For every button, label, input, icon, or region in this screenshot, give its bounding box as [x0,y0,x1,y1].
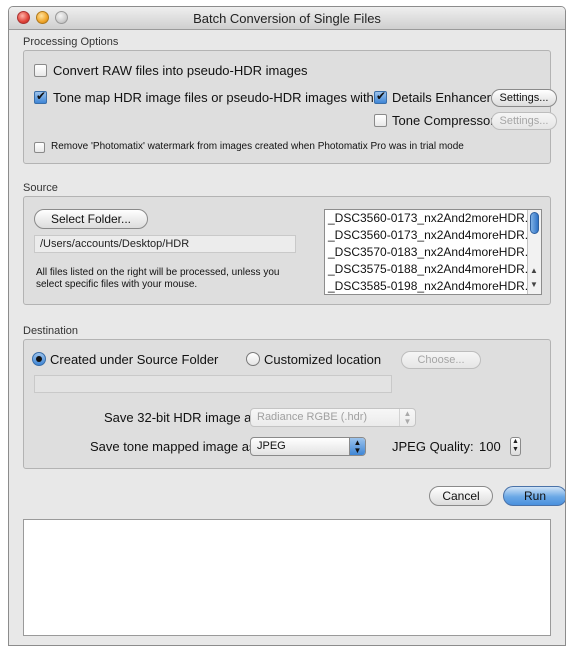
batch-conversion-window: Batch Conversion of Single Files Process… [8,6,566,646]
source-folder-path: /Users/accounts/Desktop/HDR [34,235,296,253]
customized-location-radio[interactable] [246,352,260,366]
source-group: Select Folder... /Users/accounts/Desktop… [23,196,551,305]
created-under-source-radio[interactable] [32,352,46,366]
cancel-button[interactable]: Cancel [429,486,493,506]
destination-label: Destination [23,325,79,337]
save-32bit-format-value: Radiance RGBE (.hdr) [257,411,368,423]
tone-compressor-label: Tone Compressor [392,113,495,128]
created-under-source-label: Created under Source Folder [50,352,219,367]
destination-group: Created under Source Folder Customized l… [23,339,551,469]
updown-arrows-icon: ▲ ▼ [399,409,415,426]
source-info-line-2: select specific files with your mouse. [36,279,198,290]
source-label: Source [23,182,58,194]
source-info-line-1: All files listed on the right will be pr… [36,267,280,278]
processing-options-label: Processing Options [23,36,119,48]
tone-compressor-checkbox[interactable] [374,114,387,127]
scroll-down-arrow-icon[interactable]: ▼ [530,280,538,289]
scrollbar-thumb[interactable] [530,212,539,234]
details-enhancer-checkbox[interactable] [374,89,387,104]
file-list-item[interactable]: _DSC3560-0173_nx2And2moreHDR... [325,210,541,227]
save-32bit-format-select[interactable]: Radiance RGBE (.hdr) ▲ ▼ [250,408,416,427]
log-output-area [23,519,551,636]
processing-options-group: Convert RAW files into pseudo-HDR images… [23,50,557,164]
save-tone-mapped-format-select[interactable]: JPEG ▲ ▼ [250,437,366,456]
tone-map-label: Tone map HDR image files or pseudo-HDR i… [53,90,374,105]
file-list-item[interactable]: _DSC3570-0183_nx2And4moreHDR.hdr [325,244,541,261]
window-title: Batch Conversion of Single Files [193,11,381,26]
convert-raw-checkbox[interactable] [34,64,47,77]
title-bar: Batch Conversion of Single Files [9,7,565,30]
jpeg-quality-stepper[interactable]: ▲ ▼ [510,437,521,456]
save-32bit-label: Save 32-bit HDR image as [104,410,258,425]
file-list-item[interactable]: _DSC3585-0198_nx2And4moreHDR.hdr [325,278,541,294]
choose-location-button[interactable]: Choose... [401,351,481,369]
customized-location-label: Customized location [264,352,382,367]
select-folder-button[interactable]: Select Folder... [34,209,148,229]
save-tone-mapped-format-value: JPEG [257,440,286,452]
remove-watermark-label: Remove 'Photomatix' watermark from image… [51,141,464,152]
file-list-item[interactable]: _DSC3575-0188_nx2And4moreHDR.hdr [325,261,541,278]
file-list[interactable]: _DSC3560-0173_nx2And2moreHDR... _DSC3560… [324,209,542,295]
file-list-item[interactable]: _DSC3560-0173_nx2And4moreHDR.hdr [325,227,541,244]
updown-arrows-icon: ▲ ▼ [349,438,365,455]
details-enhancer-settings-button[interactable]: Settings... [491,89,557,107]
tone-map-checkbox[interactable] [34,89,47,104]
source-info-text: All files listed on the right will be pr… [36,267,279,291]
scroll-up-arrow-icon[interactable]: ▲ [530,266,538,275]
file-list-scrollbar[interactable]: ▲ ▼ [527,210,541,294]
jpeg-quality-label: JPEG Quality: [392,439,474,454]
convert-raw-label: Convert RAW files into pseudo-HDR images [53,63,308,78]
tone-compressor-settings-button[interactable]: Settings... [491,112,557,130]
customized-location-path [34,375,392,393]
remove-watermark-checkbox[interactable] [34,142,45,153]
save-tone-mapped-label: Save tone mapped image as [90,439,256,454]
jpeg-quality-value[interactable]: 100 [479,439,501,454]
run-button[interactable]: Run [503,486,565,506]
details-enhancer-label: Details Enhancer [392,90,491,105]
